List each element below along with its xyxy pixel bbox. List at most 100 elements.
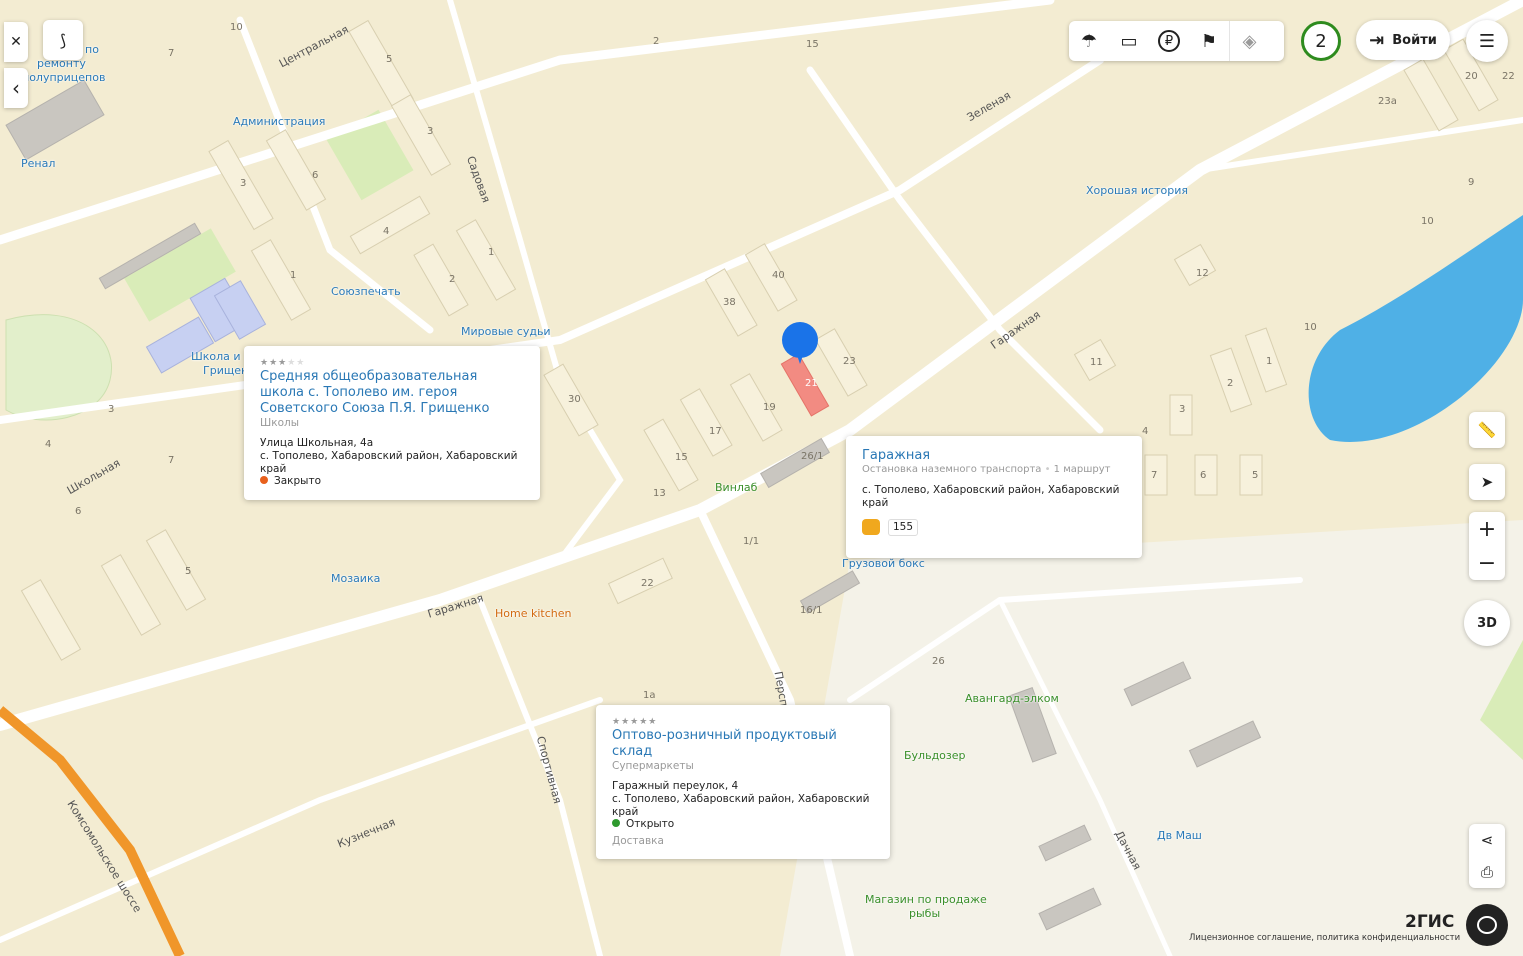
- poi-label-renal[interactable]: Ренал: [21, 157, 55, 170]
- house-number: 22: [641, 578, 654, 589]
- poi-label-school[interactable]: Школа и: [191, 350, 241, 363]
- status-dot-icon: [612, 819, 620, 828]
- hamburger-icon: ☰: [1478, 30, 1496, 52]
- popup-status: Закрыто: [260, 475, 524, 488]
- house-number: 15: [675, 452, 688, 463]
- popup-warehouse[interactable]: ★★★★★ Оптово-розничный продуктовый склад…: [596, 705, 890, 860]
- house-number: 3: [427, 126, 434, 137]
- popup-title[interactable]: Средняя общеобразовательная школа с. Топ…: [260, 369, 524, 417]
- poi-label[interactable]: Мозаика: [331, 572, 380, 585]
- poi-label[interactable]: Бульдозер: [904, 749, 966, 762]
- house-number: 1: [488, 247, 495, 258]
- layers-icon: ◈: [1242, 30, 1257, 52]
- house-number: 6: [75, 506, 82, 517]
- share-icon[interactable]: ⋖: [1481, 824, 1494, 856]
- poi-label[interactable]: Магазин по продаже: [865, 893, 987, 906]
- house-number: 10: [1421, 216, 1434, 227]
- popup-title[interactable]: Оптово-розничный продуктовый склад: [612, 728, 874, 760]
- print-icon[interactable]: ⎙: [1481, 856, 1493, 888]
- house-number: 10: [1304, 322, 1317, 333]
- poi-label-administration[interactable]: Администрация: [233, 115, 325, 128]
- house-number: 23а: [1378, 96, 1397, 107]
- close-button[interactable]: ✕: [4, 22, 28, 62]
- map-toolbar: ☂ ▭ ₽ ⚑ ◈: [1069, 21, 1284, 61]
- house-number: 4: [383, 226, 390, 237]
- rating-stars: ★★★★★: [612, 717, 658, 727]
- popup-address: Гаражный переулок, 4: [612, 780, 739, 793]
- house-number: 5: [1252, 470, 1259, 481]
- transport-button[interactable]: ▭: [1109, 21, 1149, 61]
- house-number: 2: [449, 274, 456, 285]
- location-marker-icon[interactable]: [782, 322, 818, 366]
- poi-label[interactable]: рыбы: [909, 907, 940, 920]
- ruler-button[interactable]: 📏: [1469, 412, 1505, 448]
- house-number: 17: [709, 426, 722, 437]
- layers-button[interactable]: ◈: [1229, 21, 1269, 61]
- house-number: 15: [806, 39, 819, 50]
- house-number: 3: [1179, 404, 1186, 415]
- house-number: 6: [312, 170, 319, 181]
- atm-button[interactable]: ₽: [1149, 21, 1189, 61]
- house-number: 19: [763, 402, 776, 413]
- route-badge[interactable]: 155: [888, 519, 919, 536]
- menu-button[interactable]: ☰: [1466, 20, 1508, 62]
- poi-label[interactable]: Авангард-элком: [965, 692, 1059, 705]
- logo-2gis: 2ГИС: [1405, 912, 1455, 932]
- house-number: 5: [386, 54, 393, 65]
- house-number: 5: [185, 566, 192, 577]
- notification-badge[interactable]: 2: [1301, 21, 1341, 61]
- my-location-button[interactable]: ➤: [1469, 464, 1505, 500]
- poi-label[interactable]: Дв Маш: [1157, 829, 1202, 842]
- legal-links[interactable]: Лицензионное соглашение, политика конфид…: [1189, 933, 1460, 943]
- house-number: 22: [1502, 71, 1515, 82]
- ruble-icon: ₽: [1158, 30, 1180, 52]
- house-number: 26/1: [801, 451, 824, 462]
- popup-title[interactable]: Гаражная: [862, 448, 1126, 464]
- poi-label[interactable]: полуприцепов: [22, 71, 105, 84]
- zoom-out-button[interactable]: −: [1478, 546, 1496, 580]
- house-number: 10: [230, 22, 243, 33]
- poi-label[interactable]: Грузовой бокс: [842, 557, 925, 570]
- route-button[interactable]: ⟆: [43, 20, 83, 60]
- 3d-button[interactable]: 3D: [1464, 600, 1510, 646]
- traffic-icon: ☂: [1080, 30, 1098, 52]
- signpost-button[interactable]: ⚑: [1189, 21, 1229, 61]
- poi-label-home-kitchen[interactable]: Home kitchen: [495, 607, 571, 620]
- poi-label[interactable]: Хорошая история: [1086, 184, 1188, 197]
- house-number: 4: [45, 439, 52, 450]
- house-number: 40: [772, 270, 785, 281]
- house-number: 11: [1090, 357, 1103, 368]
- house-number: 3: [108, 404, 115, 415]
- house-number: 23: [843, 356, 856, 367]
- house-number: 1а: [643, 690, 656, 701]
- popup-address: Улица Школьная, 4а: [260, 437, 374, 450]
- navigation-arrow-icon: ➤: [1480, 473, 1494, 491]
- share-print-group: ⋖ ⎙: [1469, 824, 1505, 888]
- poi-label-vinlab[interactable]: Винлаб: [715, 481, 757, 494]
- bus-icon: ▭: [1120, 30, 1138, 52]
- house-number: 21: [805, 378, 818, 389]
- popup-locality: с. Тополево, Хабаровский район, Хабаровс…: [612, 792, 870, 818]
- poi-label[interactable]: Мировые судьи: [461, 325, 551, 338]
- popup-locality: с. Тополево, Хабаровский район, Хабаровс…: [260, 449, 518, 475]
- poi-label[interactable]: по: [85, 43, 99, 56]
- chat-button[interactable]: [1466, 904, 1508, 946]
- rating-stars: ★★★★★: [260, 358, 306, 368]
- house-number: 12: [1196, 268, 1209, 279]
- poi-label[interactable]: Союзпечать: [331, 285, 401, 298]
- popup-category: Супермаркеты: [612, 759, 694, 772]
- popup-bus-stop[interactable]: Гаражная Остановка наземного транспорта …: [846, 436, 1142, 558]
- traffic-button[interactable]: ☂: [1069, 21, 1109, 61]
- house-number: 30: [568, 394, 581, 405]
- house-number: 6: [1200, 470, 1207, 481]
- popup-school[interactable]: ★★★★★ Средняя общеобразовательная школа …: [244, 346, 540, 500]
- signpost-icon: ⚑: [1200, 30, 1218, 52]
- house-number: 2: [1227, 378, 1234, 389]
- popup-routes: 1 маршрут: [1053, 464, 1111, 475]
- collapse-button[interactable]: ‹: [4, 68, 28, 108]
- popup-category: Остановка наземного транспорта: [862, 464, 1042, 475]
- popup-category: Школы: [260, 416, 299, 429]
- house-number: 13: [653, 488, 666, 499]
- zoom-in-button[interactable]: +: [1478, 512, 1496, 546]
- login-button[interactable]: ⇥ Войти: [1356, 20, 1450, 60]
